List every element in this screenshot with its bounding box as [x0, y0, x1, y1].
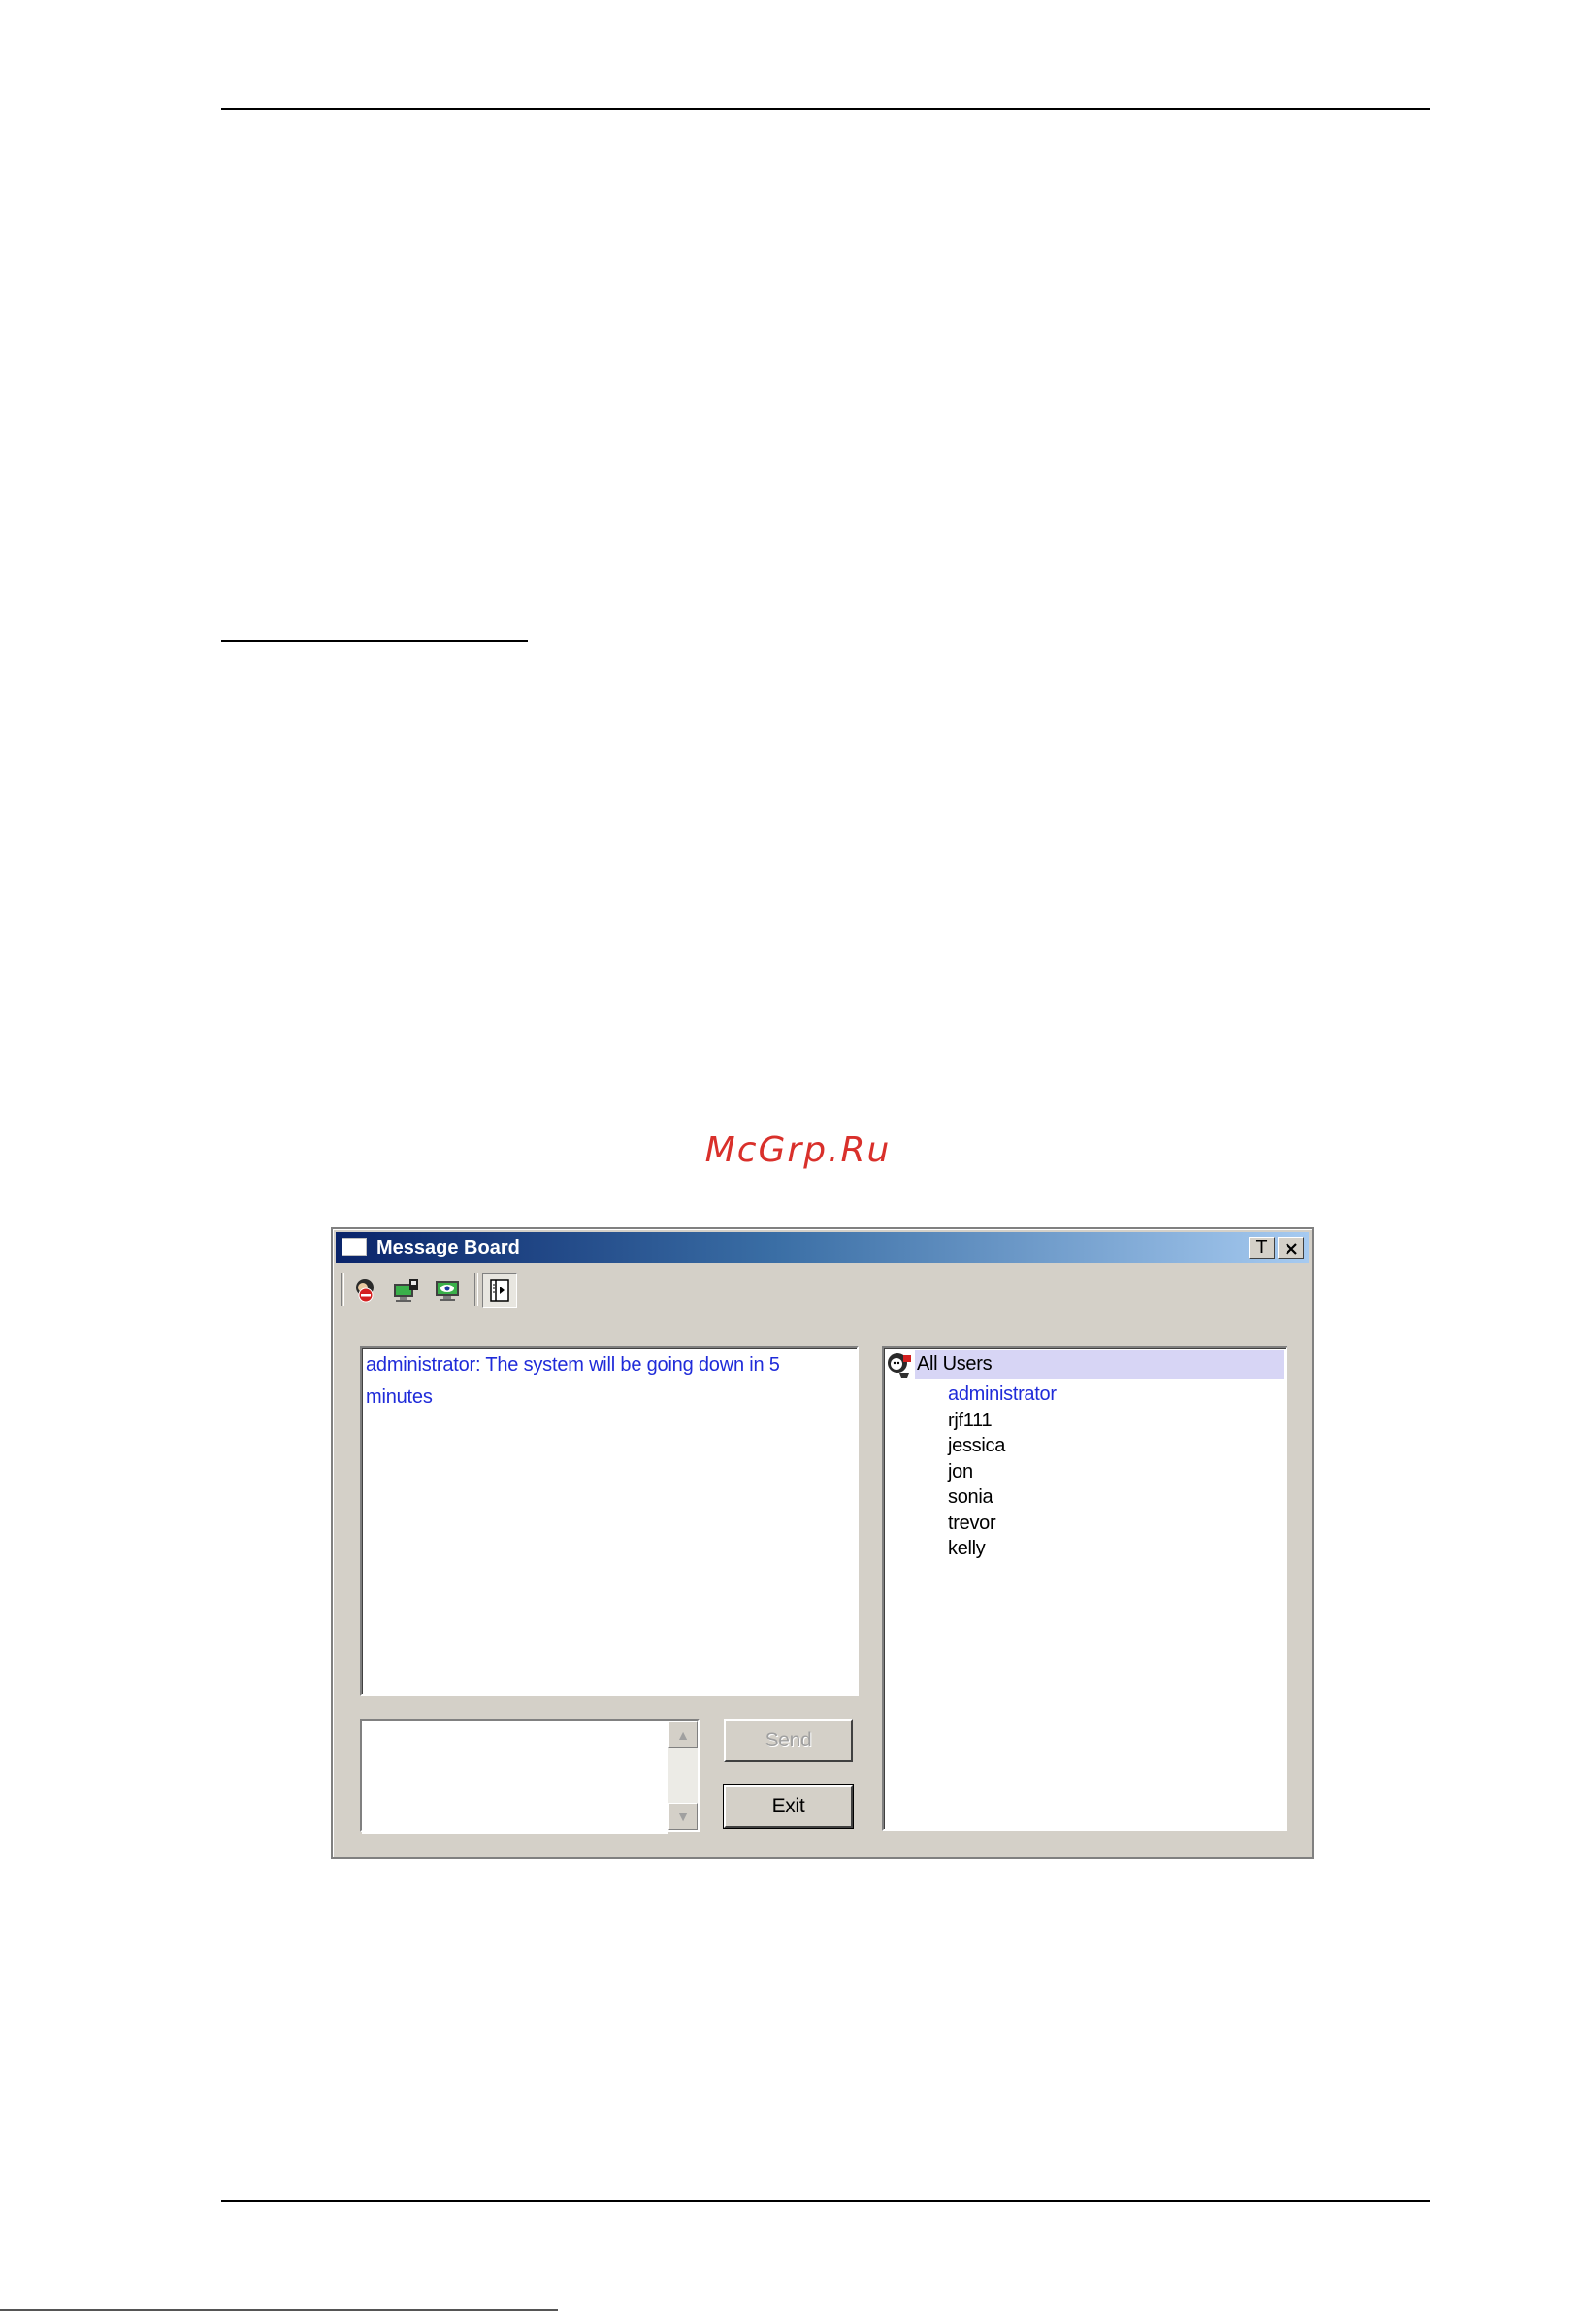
users-list: administrator rjf111 jessica jon sonia t… [948, 1382, 1057, 1562]
input-scrollbar[interactable]: ▲ ▼ [668, 1721, 698, 1830]
occupy-icon [394, 1279, 418, 1302]
show-hide-user-list-icon [490, 1279, 509, 1302]
message-display[interactable]: administrator: The system will be going … [360, 1346, 859, 1696]
observe-icon [436, 1281, 459, 1301]
toolbar-separator [474, 1273, 478, 1306]
show-user-list-button[interactable] [482, 1273, 517, 1308]
user-item[interactable]: kelly [948, 1536, 1057, 1562]
close-icon [1285, 1243, 1297, 1255]
scroll-down-button[interactable]: ▼ [668, 1803, 698, 1830]
window-icon [342, 1238, 367, 1256]
user-item[interactable]: jon [948, 1459, 1057, 1485]
watermark: McGrp.Ru [704, 1130, 892, 1170]
message-input-box: ▲ ▼ [360, 1719, 700, 1834]
message-text: administrator: The system will be going … [366, 1354, 780, 1408]
user-list-panel[interactable]: All Users administrator rjf111 jessica j… [882, 1346, 1287, 1831]
occupy-button[interactable] [389, 1273, 424, 1308]
footer-line [0, 2309, 558, 2311]
title-bar[interactable]: Message Board T [336, 1232, 1309, 1263]
all-users-row[interactable]: All Users [886, 1350, 1284, 1379]
toolbar-grip [341, 1273, 344, 1306]
user-item[interactable]: sonia [948, 1484, 1057, 1511]
message-input[interactable] [362, 1721, 668, 1834]
exit-button[interactable]: Exit [723, 1784, 854, 1829]
toolbar [341, 1271, 632, 1310]
arrow-up-icon: ▲ [676, 1727, 690, 1743]
user-item[interactable]: jessica [948, 1433, 1057, 1459]
message-board-window: Message Board T administrator: The syste… [331, 1227, 1314, 1859]
scroll-up-button[interactable]: ▲ [668, 1721, 698, 1748]
top-divider [221, 108, 1430, 110]
observe-button[interactable] [430, 1273, 465, 1308]
do-not-disturb-button[interactable] [348, 1273, 383, 1308]
user-item[interactable]: trevor [948, 1511, 1057, 1537]
bottom-divider [221, 2200, 1430, 2202]
user-item[interactable]: administrator [948, 1382, 1057, 1408]
users-group-icon [888, 1353, 911, 1378]
user-item[interactable]: rjf111 [948, 1408, 1057, 1434]
pin-button[interactable]: T [1249, 1237, 1275, 1259]
all-users-label: All Users [915, 1350, 1284, 1379]
do-not-disturb-icon [356, 1279, 374, 1303]
arrow-down-icon: ▼ [676, 1809, 690, 1824]
section-underline [221, 640, 528, 642]
close-button[interactable] [1278, 1237, 1304, 1259]
window-title: Message Board [376, 1237, 520, 1258]
send-button[interactable]: Send [724, 1719, 853, 1762]
